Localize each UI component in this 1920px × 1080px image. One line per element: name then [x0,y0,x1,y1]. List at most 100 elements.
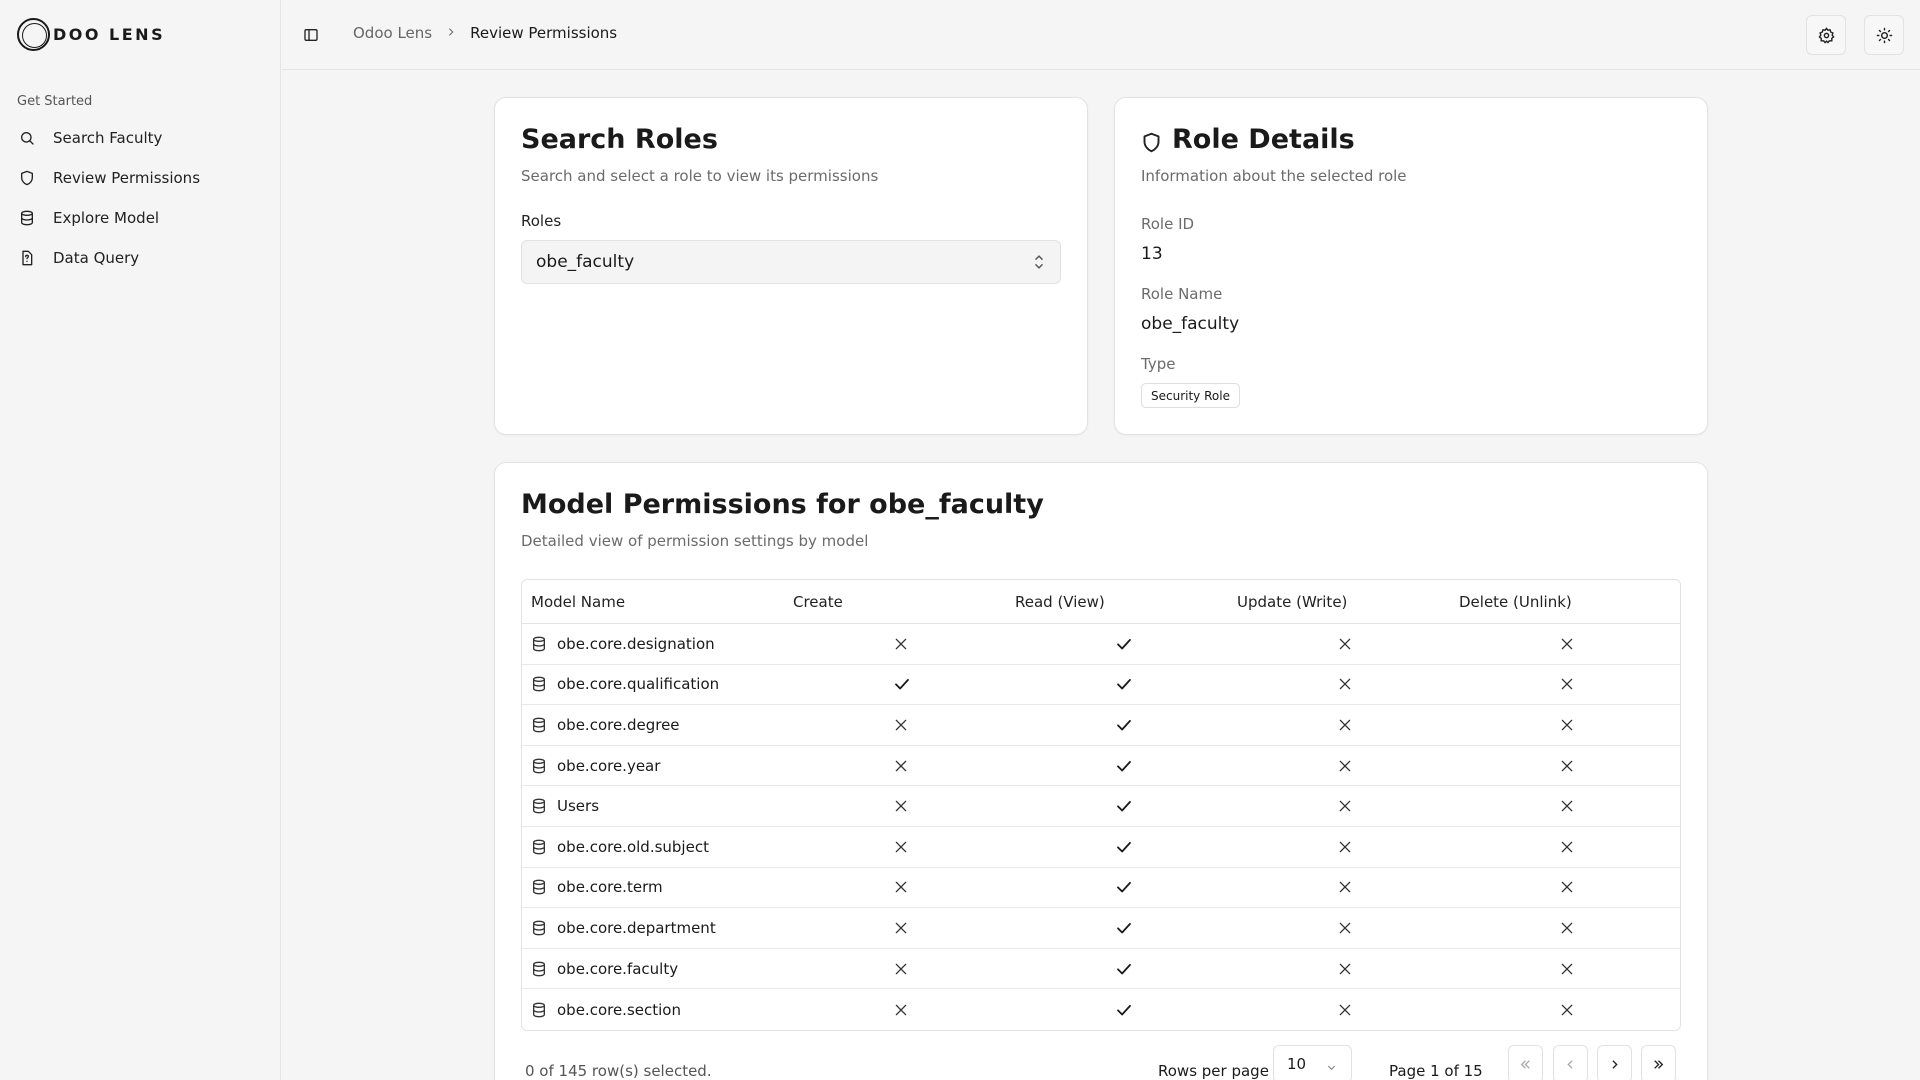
breadcrumb-root-link[interactable]: Odoo Lens [353,24,432,42]
search-roles-card: Search Roles Search and select a role to… [494,97,1088,435]
model-name: obe.core.degree [557,715,680,734]
delete-permission-cell [1459,1002,1680,1018]
table-row[interactable]: obe.core.designation [522,624,1680,665]
x-icon [893,758,909,774]
rows-per-page-select[interactable]: 10 [1273,1045,1352,1080]
model-name-cell: obe.core.qualification [522,675,793,693]
sidebar-nav: Search Faculty Review Permissions Explor… [8,119,272,279]
create-permission-cell [793,920,1015,936]
delete-permission-cell [1459,961,1680,977]
model-name: obe.core.faculty [557,959,679,978]
last-page-button[interactable] [1641,1045,1676,1080]
panel-left-icon [304,29,318,41]
x-icon [1337,839,1353,855]
table-row[interactable]: obe.core.faculty [522,949,1680,990]
column-header-create[interactable]: Create [793,593,1015,611]
database-icon [531,676,547,692]
selection-count: 0 of 145 row(s) selected. [525,1062,712,1080]
sidebar-item-label: Explore Model [53,209,160,227]
logo-ring-icon [17,17,50,51]
create-permission-cell [793,961,1015,977]
read-permission-cell [1015,838,1237,856]
x-icon [893,920,909,936]
check-icon [1115,675,1133,693]
create-permission-cell [793,717,1015,733]
table-body: obe.core.designation obe.core.qualificati… [522,624,1680,1030]
read-permission-cell [1015,919,1237,937]
table-row[interactable]: obe.core.department [522,908,1680,949]
x-icon [1559,798,1575,814]
previous-page-button[interactable] [1553,1045,1588,1080]
table-row[interactable]: obe.core.degree [522,705,1680,746]
database-icon [531,636,547,652]
model-name: obe.core.year [557,756,661,775]
x-icon [893,1002,909,1018]
table-row[interactable]: obe.core.qualification [522,665,1680,706]
x-icon [893,879,909,895]
next-page-button[interactable] [1597,1045,1632,1080]
x-icon [1337,1002,1353,1018]
card-description: Detailed view of permission settings by … [521,532,869,550]
sidebar-toggle-button[interactable] [300,24,322,46]
sidebar-item-label: Search Faculty [53,129,163,147]
table-row[interactable]: obe.core.section [522,989,1680,1030]
role-id-label: Role ID [1141,215,1195,233]
model-name-cell: obe.core.term [522,878,793,896]
role-type-label: Type [1141,355,1176,373]
role-name-value: obe_faculty [1141,314,1240,334]
column-header-update[interactable]: Update (Write) [1237,593,1459,611]
model-permissions-card: Model Permissions for obe_faculty Detail… [494,462,1708,1080]
column-header-delete[interactable]: Delete (Unlink) [1459,593,1680,611]
table-row[interactable]: Users [522,786,1680,827]
shield-icon [1141,132,1162,157]
model-name-cell: Users [522,797,793,815]
update-permission-cell [1237,839,1459,855]
first-page-button[interactable] [1508,1045,1543,1080]
page-indicator: Page 1 of 15 [1389,1062,1483,1080]
model-name: obe.core.section [557,1000,681,1019]
table-row[interactable]: obe.core.term [522,868,1680,909]
chevrons-up-down-icon [1032,253,1046,276]
read-permission-cell [1015,1001,1237,1019]
roles-label: Roles [521,212,562,230]
delete-permission-cell [1459,879,1680,895]
create-permission-cell [793,636,1015,652]
card-title: Role Details [1172,124,1355,155]
x-icon [1559,839,1575,855]
create-permission-cell [793,798,1015,814]
theme-toggle-button[interactable] [1864,15,1904,55]
card-title: Model Permissions for obe_faculty [521,489,1044,520]
sidebar-item-search-faculty[interactable]: Search Faculty [8,119,272,157]
database-icon [18,209,36,227]
sidebar-item-explore-model[interactable]: Explore Model [8,199,272,237]
read-permission-cell [1015,675,1237,693]
x-icon [893,717,909,733]
sidebar-item-review-permissions[interactable]: Review Permissions [8,159,272,197]
roles-select-value: obe_faculty [536,252,635,272]
model-name: obe.core.qualification [557,675,720,694]
check-icon [1115,878,1133,896]
model-name: Users [557,797,600,816]
x-icon [1559,1002,1575,1018]
read-permission-cell [1015,960,1237,978]
app-logo[interactable]: DOO LENS [17,17,165,51]
sidebar-item-data-query[interactable]: Data Query [8,239,272,277]
role-name-label: Role Name [1141,285,1223,303]
table-row[interactable]: obe.core.old.subject [522,827,1680,868]
column-header-read[interactable]: Read (View) [1015,593,1237,611]
table-row[interactable]: obe.core.year [522,746,1680,787]
column-header-model-name[interactable]: Model Name [522,593,793,611]
check-icon [1115,838,1133,856]
logo-text: DOO LENS [53,24,166,44]
file-question-icon [18,249,36,267]
table-header: Model Name Create Read (View) Update (Wr… [522,580,1680,624]
x-icon [1337,676,1353,692]
x-icon [1337,798,1353,814]
x-icon [893,961,909,977]
update-permission-cell [1237,961,1459,977]
roles-select[interactable]: obe_faculty [521,240,1061,284]
settings-button[interactable] [1806,15,1846,55]
database-icon [531,758,547,774]
check-icon [1115,960,1133,978]
chevrons-left-icon [1520,1059,1530,1069]
